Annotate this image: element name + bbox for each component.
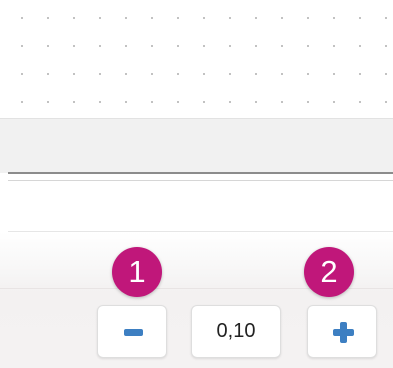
dotted-grid-canvas[interactable] bbox=[0, 0, 393, 118]
plus-icon bbox=[333, 322, 354, 343]
content-area bbox=[0, 181, 393, 230]
callout-badge-1: 1 bbox=[112, 247, 162, 297]
minus-icon bbox=[124, 329, 143, 336]
ruler-band bbox=[0, 118, 393, 173]
value-text: 0,10 bbox=[216, 320, 256, 342]
value-field[interactable]: 0,10 bbox=[191, 305, 281, 358]
guide-line bbox=[8, 172, 393, 174]
increment-button[interactable] bbox=[307, 305, 377, 358]
callout-badge-2: 2 bbox=[304, 247, 354, 297]
decrement-button[interactable] bbox=[97, 305, 167, 358]
